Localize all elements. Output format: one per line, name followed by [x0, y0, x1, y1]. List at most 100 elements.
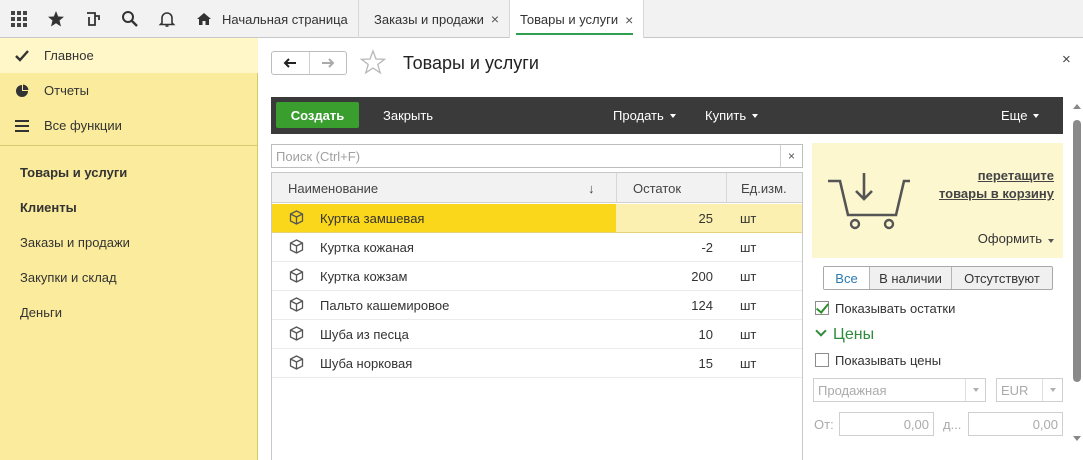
search-icon[interactable] — [111, 0, 149, 38]
clear-search-button[interactable]: × — [780, 145, 802, 167]
sidebar-divider — [0, 145, 258, 146]
tab-home[interactable]: Начальная страница — [186, 0, 359, 38]
sidebar-link-orders-sales[interactable]: Заказы и продажи — [20, 235, 130, 250]
product-qty: -2 — [701, 239, 713, 255]
sidebar-link-clients[interactable]: Клиенты — [20, 200, 77, 215]
show-prices-checkbox[interactable] — [815, 353, 829, 367]
apps-grid-icon[interactable] — [0, 0, 38, 38]
scroll-up-arrow-icon[interactable] — [1073, 104, 1081, 109]
column-header-qty[interactable]: Остаток — [616, 173, 726, 203]
tab-close-button[interactable]: × — [625, 12, 633, 28]
sidebar-item-reports[interactable]: Отчеты — [0, 73, 258, 108]
price-to-label: д... — [943, 417, 962, 432]
product-qty: 200 — [691, 268, 713, 284]
sidebar-link-money[interactable]: Деньги — [20, 305, 62, 320]
column-header-unit[interactable]: Ед.изм. — [726, 173, 802, 203]
more-dropdown-button[interactable]: Еще — [1001, 97, 1040, 134]
package-icon — [289, 210, 304, 225]
pie-chart-icon — [14, 83, 30, 99]
product-name: Пальто кашемировое — [320, 297, 450, 313]
sidebar: Главное Отчеты Все функции Товары и услу… — [0, 38, 258, 460]
product-name: Куртка замшевая — [272, 204, 616, 232]
prices-section-header[interactable]: Цены — [814, 325, 875, 344]
product-unit: шт — [740, 326, 757, 342]
sell-label: Продать — [613, 108, 664, 123]
create-button[interactable]: Создать — [276, 102, 359, 128]
cart-hint[interactable]: перетащите товары в корзину — [920, 167, 1054, 203]
show-stock-checkbox[interactable] — [815, 301, 829, 315]
chevron-down-icon — [815, 325, 827, 337]
currency-select[interactable]: EUR — [996, 378, 1063, 402]
cart-hint-line1: перетащите — [977, 168, 1054, 183]
package-icon — [289, 268, 304, 283]
product-unit: шт — [740, 297, 757, 313]
more-label: Еще — [1001, 108, 1028, 123]
search-input[interactable] — [272, 145, 772, 167]
price-from-label: От: — [814, 417, 834, 432]
table-row[interactable]: Куртка кожзам 200 шт — [272, 262, 802, 291]
table-row[interactable]: Куртка кожаная -2 шт — [272, 233, 802, 262]
product-name: Шуба из песца — [320, 326, 409, 342]
chevron-down-icon — [1042, 379, 1062, 401]
product-qty: 15 — [698, 355, 713, 371]
sidebar-item-label: Главное — [44, 48, 94, 63]
back-arrow-icon[interactable] — [272, 52, 309, 74]
checkout-dropdown-button[interactable]: Оформить — [972, 231, 1054, 246]
filter-in-stock-button[interactable]: В наличии — [869, 267, 951, 289]
cart-drop-zone[interactable]: перетащите товары в корзину Оформить — [812, 143, 1063, 258]
history-icon[interactable] — [74, 0, 112, 38]
forward-arrow-icon[interactable] — [308, 52, 346, 74]
tab-goods-services[interactable]: Товары и услуги × — [510, 0, 645, 39]
page-title: Товары и услуги — [403, 53, 539, 73]
notifications-bell-icon[interactable] — [148, 0, 186, 38]
sidebar-link-goods-services[interactable]: Товары и услуги — [20, 165, 127, 180]
main-content: Товары и услуги × Создать Закрыть Продат… — [259, 38, 1083, 460]
sell-dropdown-button[interactable]: Продать — [613, 97, 676, 134]
close-button[interactable]: Закрыть — [383, 97, 433, 134]
column-header-name[interactable]: Наименование — [288, 173, 378, 203]
table-row[interactable]: Пальто кашемировое 124 шт — [272, 291, 802, 320]
sidebar-item-main[interactable]: Главное — [0, 38, 258, 73]
favorites-star-icon[interactable] — [37, 0, 75, 38]
product-unit: шт — [740, 355, 757, 371]
package-icon — [289, 239, 304, 254]
stock-filter-segmented-control: Все В наличии Отсутствуют — [823, 266, 1053, 290]
sidebar-item-all-functions[interactable]: Все функции — [0, 108, 258, 143]
tab-close-button[interactable]: × — [491, 11, 499, 27]
filter-absent-button[interactable]: Отсутствуют — [951, 267, 1052, 289]
price-type-value: Продажная — [818, 383, 887, 398]
vertical-scrollbar[interactable] — [1072, 100, 1082, 450]
tab-orders-sales[interactable]: Заказы и продажи × — [364, 0, 511, 38]
buy-dropdown-button[interactable]: Купить — [705, 97, 759, 134]
search-box: × — [271, 144, 803, 168]
price-from-input[interactable]: 0,00 — [839, 412, 934, 436]
command-bar: Создать Закрыть Продать Купить Еще — [271, 97, 1063, 134]
currency-value: EUR — [1001, 383, 1029, 398]
product-unit: шт — [726, 204, 802, 232]
filter-all-button[interactable]: Все — [824, 267, 869, 289]
buy-label: Купить — [705, 108, 747, 123]
add-to-favorites-star-icon[interactable] — [359, 49, 387, 78]
table-row[interactable]: Куртка замшевая 25 шт — [272, 204, 802, 233]
product-unit: шт — [740, 239, 757, 255]
chevron-down-icon — [1033, 114, 1040, 118]
price-to-input[interactable]: 0,00 — [968, 412, 1063, 436]
chevron-down-icon — [1048, 239, 1054, 243]
sort-arrow-icon[interactable]: ↓ — [588, 173, 595, 203]
product-qty: 25 — [616, 204, 726, 232]
sidebar-link-purchases-warehouse[interactable]: Закупки и склад — [20, 270, 117, 285]
scrollbar-thumb[interactable] — [1073, 120, 1081, 382]
product-name: Куртка кожаная — [320, 239, 414, 255]
package-icon — [289, 326, 304, 341]
package-icon — [289, 297, 304, 312]
scroll-down-arrow-icon[interactable] — [1073, 436, 1081, 441]
prices-header-label: Цены — [833, 326, 875, 343]
product-name: Куртка кожзам — [320, 268, 408, 284]
checkout-label: Оформить — [977, 231, 1042, 246]
price-type-select[interactable]: Продажная — [813, 378, 986, 402]
table-row[interactable]: Шуба норковая 15 шт — [272, 349, 802, 378]
close-window-button[interactable]: × — [1062, 51, 1071, 68]
table-row[interactable]: Шуба из песца 10 шт — [272, 320, 802, 349]
cart-hint-line2: товары в корзину — [938, 186, 1054, 201]
tab-home-label: Начальная страница — [222, 11, 348, 27]
